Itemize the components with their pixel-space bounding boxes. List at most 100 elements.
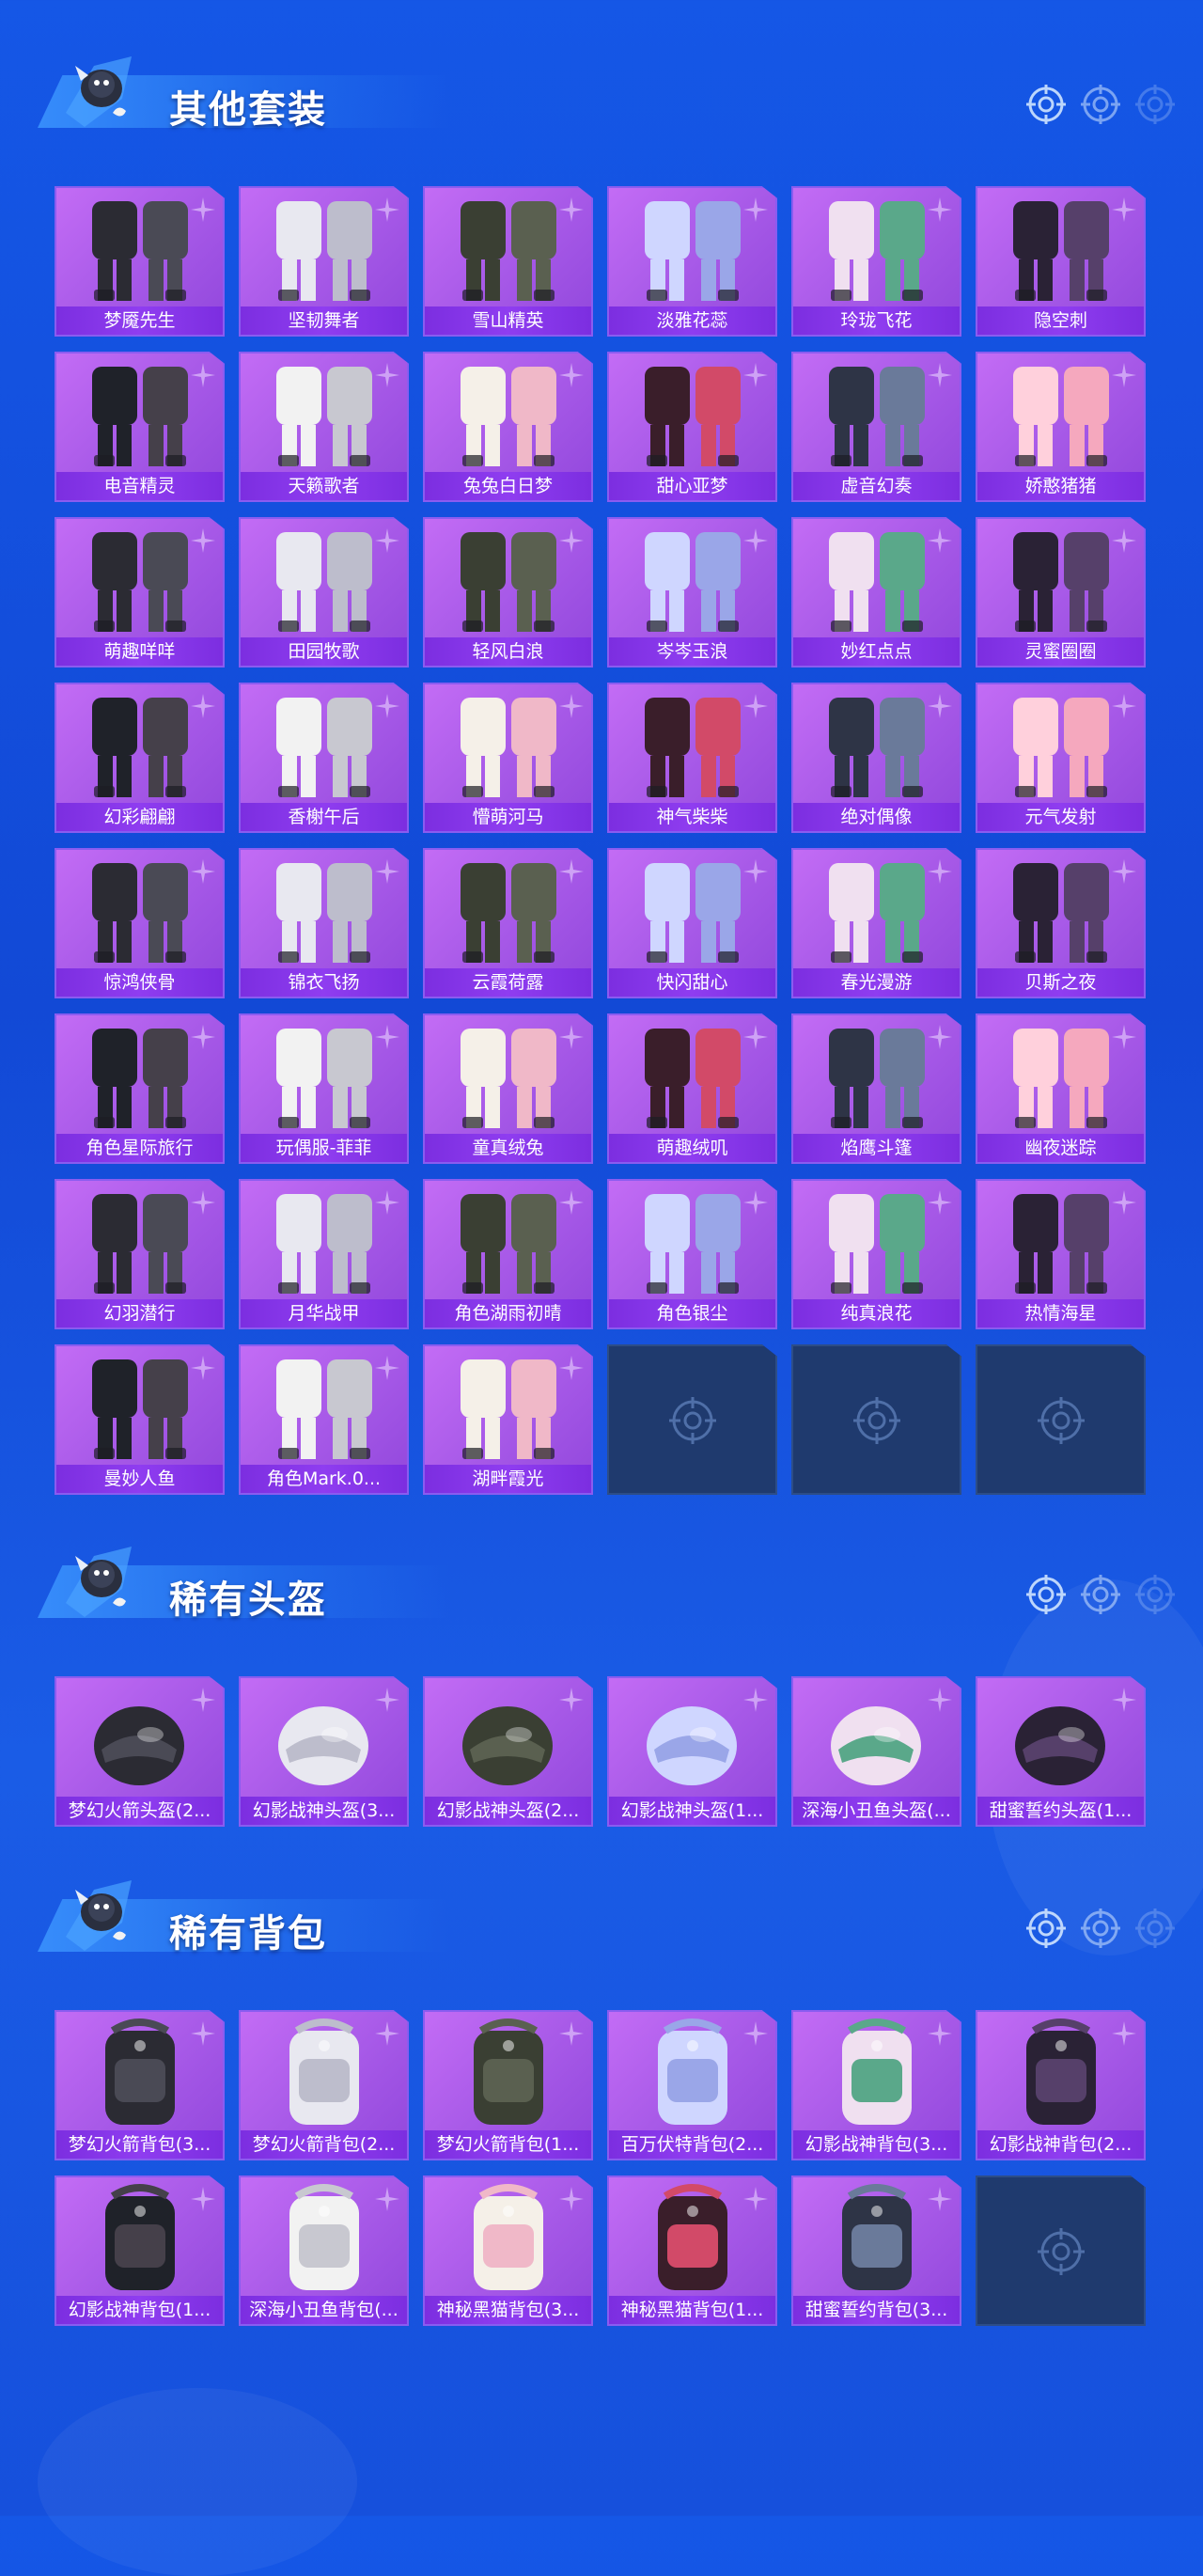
- item-card[interactable]: 深海小丑鱼头盔(...: [791, 1676, 961, 1827]
- decoration-targets: [1026, 85, 1175, 124]
- item-card[interactable]: 坚韧舞者: [239, 186, 409, 337]
- item-card[interactable]: 角色银尘: [607, 1179, 777, 1329]
- item-image: [793, 194, 960, 306]
- item-image: [793, 2018, 960, 2130]
- item-card[interactable]: 灵蜜圈圈: [976, 517, 1146, 668]
- item-image: [609, 194, 775, 306]
- item-card[interactable]: 幻影战神头盔(2...: [423, 1676, 593, 1827]
- section-header: 稀有头盔: [28, 1528, 1175, 1631]
- item-card[interactable]: 神气柴柴: [607, 683, 777, 833]
- item-card[interactable]: 角色星际旅行: [55, 1013, 225, 1164]
- section-title: 稀有头盔: [169, 1579, 327, 1622]
- item-card[interactable]: 甜心亚梦: [607, 352, 777, 502]
- item-card[interactable]: 湖畔霞光: [423, 1344, 593, 1495]
- item-card[interactable]: 梦幻火箭头盔(2...: [55, 1676, 225, 1827]
- empty-target-icon: [667, 1395, 718, 1446]
- item-card[interactable]: 幽夜迷踪: [976, 1013, 1146, 1164]
- item-card[interactable]: 岑岑玉浪: [607, 517, 777, 668]
- item-card[interactable]: 春光漫游: [791, 848, 961, 998]
- item-image: [425, 1684, 591, 1797]
- item-label: 田园牧歌: [241, 637, 407, 666]
- section-header: 其他套装: [28, 38, 1175, 141]
- item-card[interactable]: 淡雅花蕊: [607, 186, 777, 337]
- item-card[interactable]: 幻影战神头盔(1...: [607, 1676, 777, 1827]
- item-image: [609, 1684, 775, 1797]
- item-image: [241, 525, 407, 637]
- item-card[interactable]: 纯真浪花: [791, 1179, 961, 1329]
- item-card[interactable]: 香榭午后: [239, 683, 409, 833]
- item-label: 梦幻火箭头盔(2...: [56, 1797, 223, 1825]
- item-card[interactable]: 绝对偶像: [791, 683, 961, 833]
- item-label: 天籁歌者: [241, 472, 407, 500]
- section-title: 其他套装: [169, 88, 327, 132]
- item-image: [977, 1684, 1144, 1797]
- item-card[interactable]: 梦魇先生: [55, 186, 225, 337]
- item-card[interactable]: 萌趣绒叽: [607, 1013, 777, 1164]
- item-card[interactable]: 玲珑飞花: [791, 186, 961, 337]
- item-card[interactable]: 深海小丑鱼背包(...: [239, 2175, 409, 2326]
- target-icon: [1081, 85, 1120, 124]
- item-label: 幻影战神头盔(3...: [241, 1797, 407, 1825]
- item-card[interactable]: 田园牧歌: [239, 517, 409, 668]
- item-card[interactable]: 云霞荷露: [423, 848, 593, 998]
- item-card[interactable]: 曼妙人鱼: [55, 1344, 225, 1495]
- item-card[interactable]: 幻羽潜行: [55, 1179, 225, 1329]
- item-card[interactable]: 梦幻火箭背包(1...: [423, 2010, 593, 2160]
- item-label: 淡雅花蕊: [609, 306, 775, 335]
- item-card[interactable]: 幻影战神背包(2...: [976, 2010, 1146, 2160]
- item-card[interactable]: 妙红点点: [791, 517, 961, 668]
- item-card[interactable]: 玩偶服-菲菲: [239, 1013, 409, 1164]
- item-image: [793, 2183, 960, 2296]
- item-label: 幻影战神背包(2...: [977, 2130, 1144, 2159]
- item-card[interactable]: 电音精灵: [55, 352, 225, 502]
- item-image: [56, 2018, 223, 2130]
- item-card[interactable]: 贝斯之夜: [976, 848, 1146, 998]
- item-card[interactable]: 热情海星: [976, 1179, 1146, 1329]
- item-card[interactable]: 天籁歌者: [239, 352, 409, 502]
- item-card[interactable]: 焰鹰斗篷: [791, 1013, 961, 1164]
- item-grid: 梦幻火箭背包(3... 梦幻火箭背包(2... 梦幻火箭背包(1... 百万伏特…: [55, 2010, 1146, 2326]
- item-label: 兔兔白日梦: [425, 472, 591, 500]
- decoration-targets: [1026, 1575, 1175, 1614]
- item-image: [56, 1186, 223, 1299]
- item-card[interactable]: 幻彩翩翩: [55, 683, 225, 833]
- item-card[interactable]: 娇憨猪猪: [976, 352, 1146, 502]
- item-label: 坚韧舞者: [241, 306, 407, 335]
- item-card[interactable]: 梦幻火箭背包(3...: [55, 2010, 225, 2160]
- item-label: 百万伏特背包(2...: [609, 2130, 775, 2159]
- item-card[interactable]: 快闪甜心: [607, 848, 777, 998]
- target-icon: [1026, 85, 1066, 124]
- item-card[interactable]: 懵萌河马: [423, 683, 593, 833]
- item-image: [241, 2183, 407, 2296]
- item-card[interactable]: 轻风白浪: [423, 517, 593, 668]
- item-card[interactable]: 甜蜜誓约背包(3...: [791, 2175, 961, 2326]
- item-card[interactable]: 百万伏特背包(2...: [607, 2010, 777, 2160]
- item-card[interactable]: 幻影战神背包(1...: [55, 2175, 225, 2326]
- item-card[interactable]: 甜蜜誓约头盔(1...: [976, 1676, 1146, 1827]
- item-card[interactable]: 锦衣飞扬: [239, 848, 409, 998]
- item-card[interactable]: 神秘黑猫背包(3...: [423, 2175, 593, 2326]
- item-card[interactable]: 元气发射: [976, 683, 1146, 833]
- item-card[interactable]: 雪山精英: [423, 186, 593, 337]
- item-card[interactable]: 隐空刺: [976, 186, 1146, 337]
- item-card[interactable]: 月华战甲: [239, 1179, 409, 1329]
- item-card[interactable]: 角色Mark.0...: [239, 1344, 409, 1495]
- item-card[interactable]: 神秘黑猫背包(1...: [607, 2175, 777, 2326]
- item-label: 妙红点点: [793, 637, 960, 666]
- item-label: 萌趣绒叽: [609, 1134, 775, 1162]
- item-label: 甜心亚梦: [609, 472, 775, 500]
- item-card[interactable]: 幻影战神背包(3...: [791, 2010, 961, 2160]
- item-card[interactable]: 梦幻火箭背包(2...: [239, 2010, 409, 2160]
- item-image: [977, 1021, 1144, 1134]
- item-card[interactable]: 童真绒兔: [423, 1013, 593, 1164]
- item-label: 玲珑飞花: [793, 306, 960, 335]
- item-card[interactable]: 虚音幻奏: [791, 352, 961, 502]
- item-card[interactable]: 兔兔白日梦: [423, 352, 593, 502]
- item-card[interactable]: 角色湖雨初晴: [423, 1179, 593, 1329]
- item-image: [56, 1352, 223, 1465]
- item-label: 月华战甲: [241, 1299, 407, 1327]
- item-card[interactable]: 惊鸿侠骨: [55, 848, 225, 998]
- item-label: 轻风白浪: [425, 637, 591, 666]
- item-card[interactable]: 萌趣咩咩: [55, 517, 225, 668]
- item-card[interactable]: 幻影战神头盔(3...: [239, 1676, 409, 1827]
